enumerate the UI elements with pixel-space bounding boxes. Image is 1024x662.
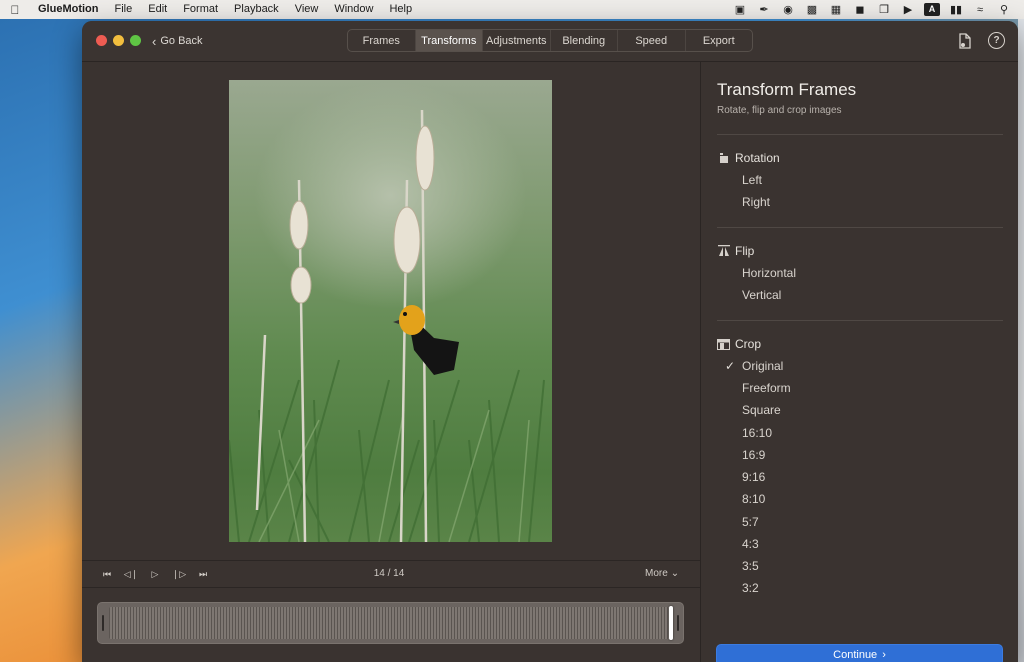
flip-horizontal-option[interactable]: Horizontal: [742, 266, 796, 280]
close-window-button[interactable]: [96, 35, 107, 46]
timeline-strip[interactable]: [109, 607, 672, 639]
frame-timeline[interactable]: [97, 602, 684, 644]
rotate-icon: [717, 152, 730, 164]
rotate-right-option[interactable]: Right: [742, 195, 770, 209]
tab-export[interactable]: Export: [686, 30, 753, 51]
chevron-right-icon: ›: [882, 649, 886, 661]
chevron-down-icon: ⌄: [670, 568, 680, 579]
crop-16-9-option[interactable]: 16:9: [742, 448, 765, 462]
desktop-background-window: [1018, 19, 1024, 662]
rotation-heading-label: Rotation: [735, 151, 780, 165]
flip-vertical-option[interactable]: Vertical: [742, 288, 781, 302]
step-forward-icon[interactable]: ❘▷: [172, 567, 186, 581]
skip-to-start-icon[interactable]: ⏮: [100, 567, 114, 581]
menu-app-name[interactable]: GlueMotion: [30, 0, 107, 19]
windows-icon[interactable]: ❐: [872, 3, 896, 16]
frame-counter: 14 / 14: [373, 568, 405, 579]
more-menu-button[interactable]: More ⌄: [645, 568, 679, 579]
skip-to-end-icon[interactable]: ⏭: [196, 567, 210, 581]
crop-3-2-option[interactable]: 3:2: [742, 581, 759, 595]
separator: [717, 227, 1003, 228]
share-icon[interactable]: ▩: [800, 3, 824, 16]
pen-icon[interactable]: ✒: [752, 3, 776, 16]
more-label: More: [645, 568, 668, 579]
crop-icon: [717, 338, 730, 350]
apple-menu-icon[interactable]: : [0, 3, 30, 17]
title-bar: ‹ Go Back Frames Transforms Adjustments …: [82, 21, 1018, 62]
crop-4-3-option[interactable]: 4:3: [742, 537, 759, 551]
timeline-right-handle[interactable]: [677, 615, 679, 631]
sidebar-subtitle: Rotate, flip and crop images: [717, 105, 842, 116]
crop-original-option[interactable]: Original: [742, 359, 783, 373]
play-icon[interactable]: ▷: [148, 567, 162, 581]
timeline-playhead[interactable]: [669, 606, 673, 640]
crop-9-16-option[interactable]: 9:16: [742, 470, 765, 484]
crop-16-10-option[interactable]: 16:10: [742, 426, 772, 440]
wifi-icon[interactable]: ≈: [968, 4, 992, 16]
separator: [717, 134, 1003, 135]
crop-5-7-option[interactable]: 5:7: [742, 515, 759, 529]
flip-heading: Flip: [717, 244, 754, 258]
help-icon[interactable]: ?: [988, 32, 1005, 49]
file-info-icon[interactable]: [956, 32, 973, 49]
menu-edit[interactable]: Edit: [140, 0, 175, 19]
spotlight-icon[interactable]: ⚲: [992, 3, 1016, 16]
app-window: ‹ Go Back Frames Transforms Adjustments …: [82, 21, 1018, 662]
input-source-icon[interactable]: A: [924, 3, 940, 16]
go-back-button[interactable]: ‹ Go Back: [152, 32, 203, 50]
zoom-window-button[interactable]: [130, 35, 141, 46]
flip-heading-label: Flip: [735, 244, 755, 258]
continue-button[interactable]: Continue ›: [716, 644, 1003, 662]
crop-freeform-option[interactable]: Freeform: [742, 381, 791, 395]
menu-format[interactable]: Format: [175, 0, 226, 19]
rotate-left-option[interactable]: Left: [742, 173, 762, 187]
menu-help[interactable]: Help: [381, 0, 420, 19]
tab-speed[interactable]: Speed: [618, 30, 686, 51]
macos-menubar:  GlueMotion File Edit Format Playback V…: [0, 0, 1024, 19]
flip-icon: [717, 245, 730, 257]
menu-playback[interactable]: Playback: [226, 0, 287, 19]
sidebar-title: Transform Frames: [717, 80, 857, 99]
crop-8-10-option[interactable]: 8:10: [742, 492, 765, 506]
crop-heading-label: Crop: [735, 337, 762, 351]
preview-area: [82, 62, 700, 560]
calendar-icon[interactable]: ▦: [824, 3, 848, 16]
transport-bar: ⏮ ◁❘ ▷ ❘▷ ⏭ 14 / 14 More ⌄: [82, 561, 700, 586]
tab-adjustments[interactable]: Adjustments: [483, 30, 551, 51]
tab-blending[interactable]: Blending: [551, 30, 618, 51]
checkmark-icon: ✓: [725, 359, 736, 373]
frame-preview-image: [229, 80, 552, 542]
status-area: ▣ ✒ ◉ ▩ ▦ ◼ ❐ ▶ A ▮▮ ≈ ⚲: [728, 3, 1024, 16]
menu-window[interactable]: Window: [326, 0, 381, 19]
mute-icon[interactable]: ◼: [848, 3, 872, 16]
battery-icon[interactable]: ▮▮: [944, 3, 968, 16]
crop-square-option[interactable]: Square: [742, 403, 781, 417]
step-back-icon[interactable]: ◁❘: [124, 567, 138, 581]
screen-icon[interactable]: ▣: [728, 3, 752, 16]
minimize-window-button[interactable]: [113, 35, 124, 46]
timeline-left-handle[interactable]: [102, 615, 104, 631]
menu-file[interactable]: File: [107, 0, 141, 19]
tab-transforms[interactable]: Transforms: [415, 30, 483, 51]
crop-3-5-option[interactable]: 3:5: [742, 559, 759, 573]
continue-label: Continue: [833, 649, 878, 661]
transport-divider: [82, 587, 700, 588]
play-circle-icon[interactable]: ▶: [896, 3, 920, 16]
crop-heading: Crop: [717, 337, 761, 351]
record-icon[interactable]: ◉: [776, 3, 800, 16]
separator: [717, 320, 1003, 321]
tab-frames[interactable]: Frames: [348, 30, 416, 51]
step-tabs: Frames Transforms Adjustments Blending S…: [347, 29, 753, 52]
menu-view[interactable]: View: [287, 0, 327, 19]
rotation-heading: Rotation: [717, 151, 780, 165]
chevron-left-icon: ‹: [152, 33, 157, 49]
go-back-label: Go Back: [160, 35, 203, 47]
transform-sidebar: Transform Frames Rotate, flip and crop i…: [700, 62, 1018, 662]
